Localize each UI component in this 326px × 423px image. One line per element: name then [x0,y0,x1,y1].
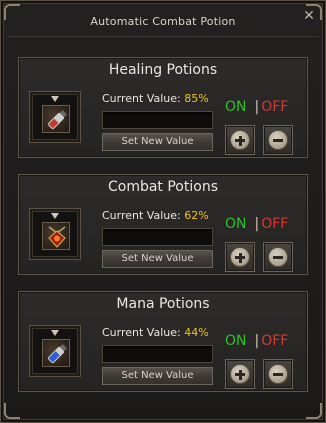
current-value-percent: 85% [184,92,209,105]
off-toggle[interactable]: OFF [261,333,288,349]
panel-title: Mana Potions [116,296,210,312]
new-value-input[interactable] [102,111,213,129]
new-value-input[interactable] [102,345,213,363]
minus-icon [268,364,288,384]
on-off-separator: | [254,216,260,232]
plus-icon [230,364,250,384]
current-value-label: Current Value: [102,92,181,105]
panel-title: Combat Potions [107,179,218,195]
on-off-toggle: ON | OFF [225,216,288,232]
increase-button[interactable] [225,125,255,155]
set-new-value-button[interactable]: Set New Value [102,133,213,151]
plus-icon [230,130,250,150]
current-value-label: Current Value: [102,326,181,339]
on-toggle[interactable]: ON [225,99,247,115]
increase-button[interactable] [225,359,255,389]
set-new-value-button[interactable]: Set New Value [102,367,213,385]
new-value-input[interactable] [102,228,213,246]
potion-slot[interactable] [29,325,81,377]
slot-dropdown-arrow-icon[interactable] [51,213,59,219]
auto-combat-potion-window: Automatic Combat Potion ✕ Healing Potion… [0,0,326,423]
decrease-button[interactable] [263,242,293,272]
current-value-text: Current Value: 62% [102,209,209,222]
minus-icon [268,130,288,150]
on-off-separator: | [254,99,260,115]
potion-slot[interactable] [29,208,81,260]
on-off-toggle: ON | OFF [225,99,288,115]
on-toggle[interactable]: ON [225,216,247,232]
slot-dropdown-arrow-icon[interactable] [51,330,59,336]
frame-corner [4,403,20,419]
on-off-separator: | [254,333,260,349]
current-value-percent: 62% [184,209,209,222]
off-toggle[interactable]: OFF [261,99,288,115]
frame-corner [306,403,322,419]
increase-button[interactable] [225,242,255,272]
slot-dropdown-arrow-icon[interactable] [51,96,59,102]
minus-icon [268,247,288,267]
title-bar[interactable]: Automatic Combat Potion [7,7,319,37]
set-new-value-button[interactable]: Set New Value [102,250,213,268]
combat-potion-amulet-icon [42,222,70,250]
off-toggle[interactable]: OFF [261,216,288,232]
close-icon[interactable]: ✕ [303,9,315,23]
mana-potion-vial-icon [42,339,70,367]
current-value-text: Current Value: 44% [102,326,209,339]
current-value-percent: 44% [184,326,209,339]
decrease-button[interactable] [263,359,293,389]
on-toggle[interactable]: ON [225,333,247,349]
decrease-button[interactable] [263,125,293,155]
on-off-toggle: ON | OFF [225,333,288,349]
mana-potions-panel: Mana Potions Current Value: 44% Set New … [18,291,308,392]
potion-slot[interactable] [29,91,81,143]
panel-title: Healing Potions [108,62,218,78]
healing-potions-panel: Healing Potions Current Value: 85% Set N… [18,57,308,158]
window-title: Automatic Combat Potion [90,15,236,28]
combat-potions-panel: Combat Potions Current Value: 62% Set Ne… [18,174,308,275]
healing-potion-vial-icon [42,105,70,133]
current-value-text: Current Value: 85% [102,92,209,105]
current-value-label: Current Value: [102,209,181,222]
plus-icon [230,247,250,267]
